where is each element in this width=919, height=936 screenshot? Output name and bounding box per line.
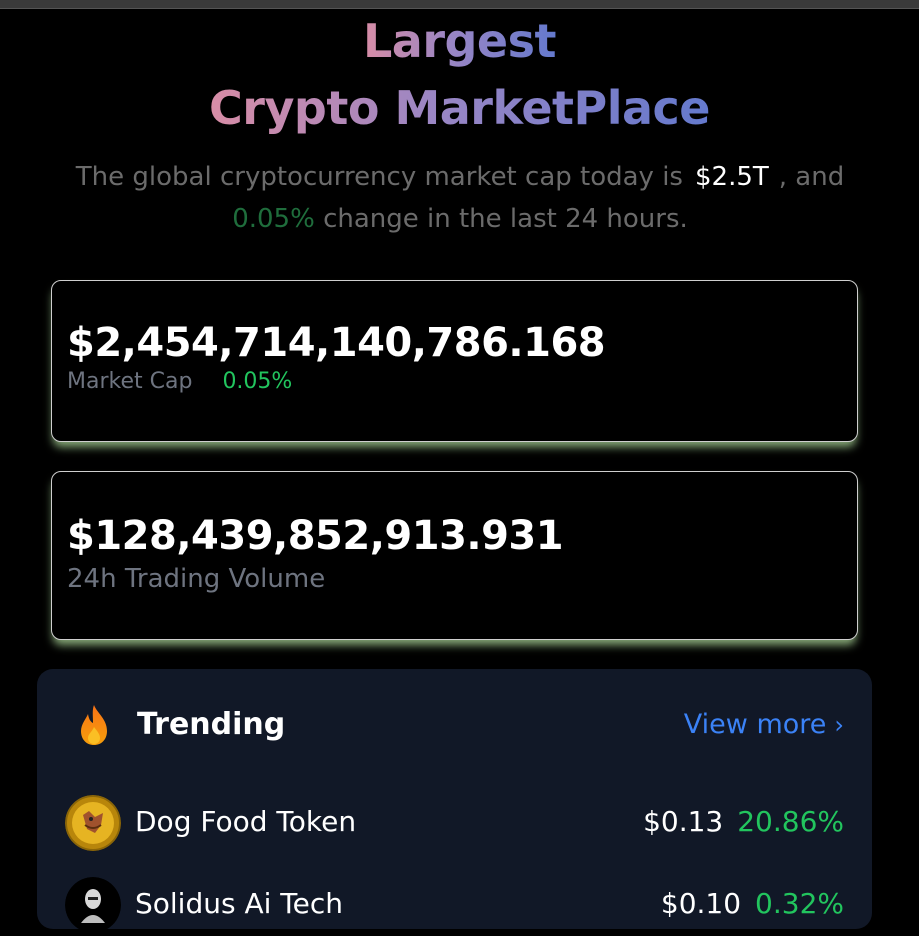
subtitle-mid: , and xyxy=(778,162,845,192)
chevron-right-icon: › xyxy=(834,711,844,739)
market-cap-label: Market Cap xyxy=(67,369,193,394)
hero-title-line1: Largest xyxy=(362,14,557,68)
coin-price-change: $0.10 0.32% xyxy=(661,884,844,924)
hero: Largest Crypto MarketPlace xyxy=(0,14,919,144)
trading-volume-label: 24h Trading Volume xyxy=(67,564,326,594)
trending-title: Trending xyxy=(137,707,286,742)
coin-price: $0.10 xyxy=(660,887,742,920)
subtitle-suffix: change in the last 24 hours. xyxy=(323,204,688,234)
market-cap-label-row: Market Cap 0.05% xyxy=(67,367,857,397)
coin-price-change: $0.13 20.86% xyxy=(643,802,844,842)
solidus-ai-tech-logo xyxy=(65,877,121,933)
trending-panel: Trending View more › Dog Food Token $0.13… xyxy=(37,669,872,933)
coin-change: 0.32% xyxy=(755,887,844,920)
market-cap-card: $2,454,714,140,786.168 Market Cap 0.05% xyxy=(51,280,858,442)
market-cap-change: 0.05% xyxy=(222,369,293,394)
trending-coin-row[interactable]: Dog Food Token $0.13 20.86% xyxy=(37,794,872,854)
trading-volume-card: $128,439,852,913.931 24h Trading Volume xyxy=(51,471,858,640)
subtitle-prefix: The global cryptocurrency market cap tod… xyxy=(75,162,683,192)
subtitle-change: 0.05% xyxy=(232,204,315,234)
hero-title-line2: Crypto MarketPlace xyxy=(209,72,711,144)
subtitle-market-cap: $2.5T xyxy=(694,162,769,192)
coin-name: Dog Food Token xyxy=(135,805,357,838)
coin-name: Solidus Ai Tech xyxy=(135,887,344,920)
coin-change: 20.86% xyxy=(737,805,844,838)
coin-price: $0.13 xyxy=(643,805,724,838)
market-cap-value: $2,454,714,140,786.168 xyxy=(67,320,606,366)
trending-header: Trending View more › xyxy=(37,699,872,749)
fire-icon xyxy=(77,703,111,747)
trading-volume-value: $128,439,852,913.931 xyxy=(67,513,564,559)
view-more-label: View more xyxy=(683,709,827,740)
view-more-link[interactable]: View more › xyxy=(684,705,844,745)
dog-food-token-logo xyxy=(65,795,121,851)
browser-top-strip xyxy=(0,0,919,9)
trending-coin-row[interactable]: Solidus Ai Tech $0.10 0.32% xyxy=(37,876,872,936)
hero-subtitle: The global cryptocurrency market cap tod… xyxy=(30,156,890,240)
